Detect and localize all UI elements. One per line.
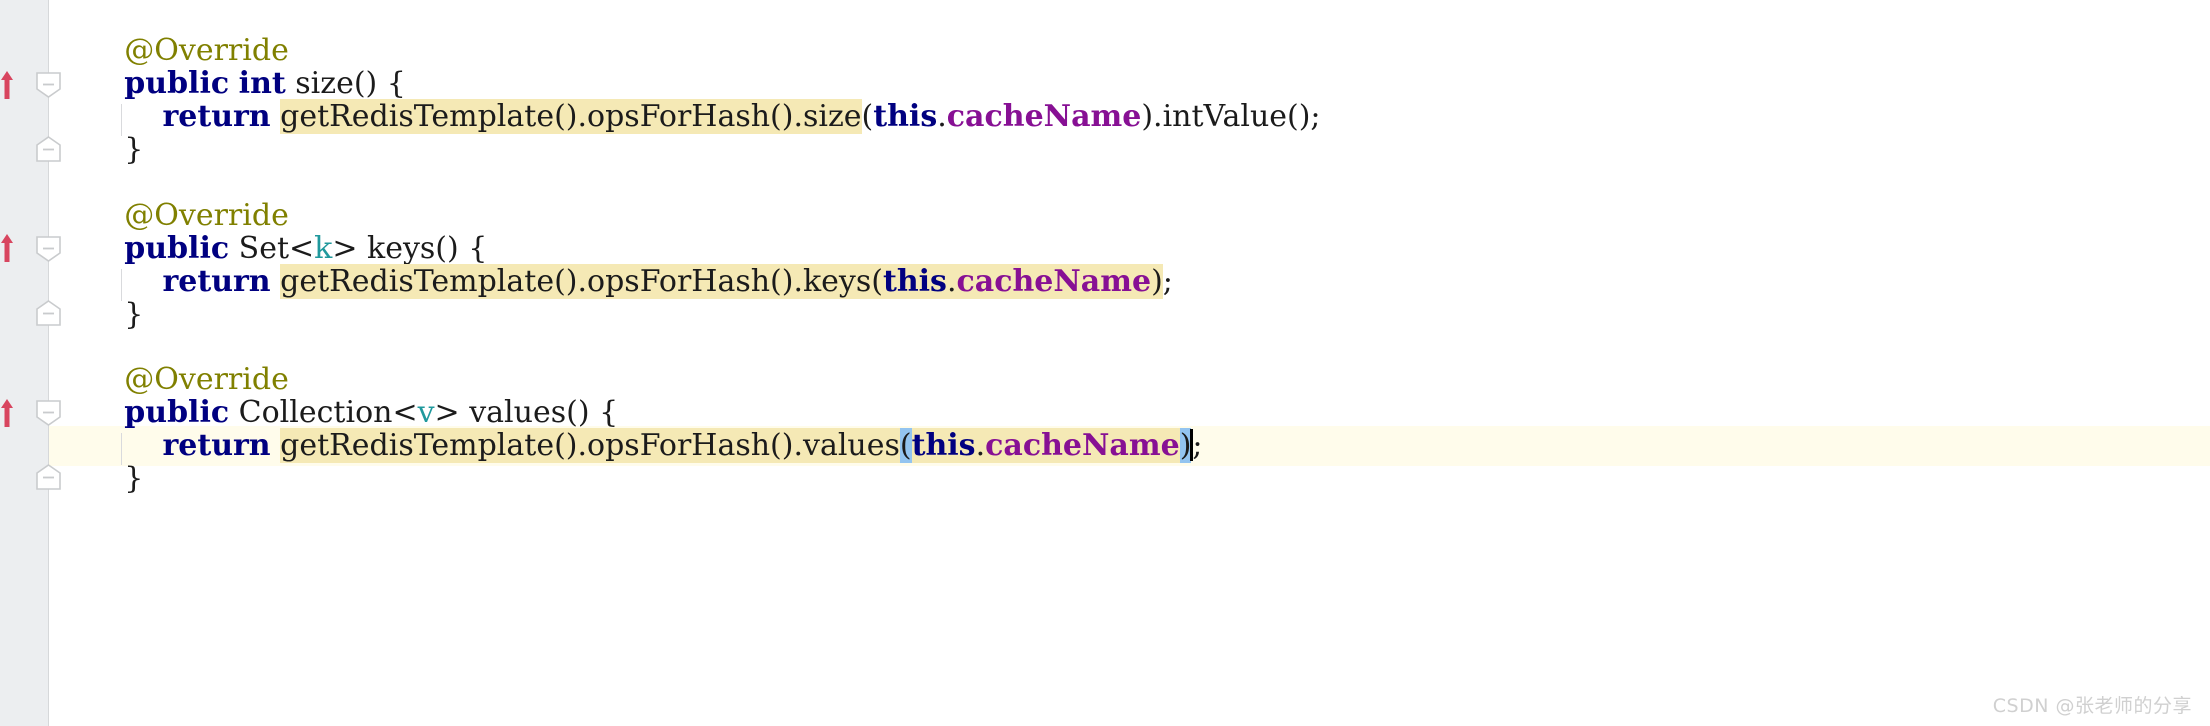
line-values-return[interactable]: return getRedisTemplate().opsForHash().v… <box>48 426 1203 466</box>
line-size-return[interactable]: return getRedisTemplate().opsForHash().s… <box>48 97 1321 137</box>
code-token: . <box>937 99 947 134</box>
code-token: @Override <box>124 198 289 233</box>
code-editor[interactable]: @Override public int size() { return get… <box>0 0 2210 726</box>
code-token: return <box>162 428 271 463</box>
code-token: ; <box>1162 264 1173 299</box>
line-keys-return[interactable]: return getRedisTemplate().opsForHash().k… <box>48 262 1173 302</box>
run-arrow-keys-icon[interactable] <box>0 233 14 263</box>
code-token: @Override <box>124 362 289 397</box>
run-arrow-size-icon[interactable] <box>0 70 14 100</box>
fold-start-values-icon[interactable] <box>34 398 63 427</box>
code-token: > values() { <box>434 395 619 430</box>
code-token: return <box>162 264 271 299</box>
code-token: getRedisTemplate().opsForHash().size <box>280 99 862 134</box>
code-token: > keys() { <box>332 231 488 266</box>
code-token: ( <box>899 428 912 463</box>
code-token: public <box>124 66 230 101</box>
code-token: this <box>911 428 976 463</box>
code-token: getRedisTemplate().opsForHash().keys( <box>280 264 883 299</box>
code-token: v <box>417 395 435 430</box>
code-token: size() { <box>285 66 406 101</box>
run-arrow-values-icon[interactable] <box>0 398 14 428</box>
watermark-text: CSDN @张老师的分享 <box>1992 695 2192 717</box>
code-token: getRedisTemplate().opsForHash().values <box>280 428 900 463</box>
code-token: @Override <box>124 33 289 68</box>
code-token: cacheName <box>956 264 1152 299</box>
code-token: k <box>314 231 333 266</box>
fold-rail <box>48 0 49 726</box>
code-token: public <box>124 395 230 430</box>
code-token: ; <box>1192 428 1203 463</box>
code-token: return <box>162 99 271 134</box>
code-token: this <box>873 99 938 134</box>
fold-end-values-icon[interactable] <box>34 463 63 492</box>
code-token: cacheName <box>985 428 1180 463</box>
code-token: . <box>975 428 986 463</box>
fold-end-size-icon[interactable] <box>34 135 63 164</box>
code-token: Collection< <box>229 395 418 430</box>
editor-gutter[interactable] <box>0 0 48 726</box>
fold-start-size-icon[interactable] <box>34 70 63 99</box>
code-token: int <box>238 66 286 101</box>
code-token: ).intValue(); <box>1141 99 1321 134</box>
code-token: ) <box>1151 264 1163 299</box>
code-token: public <box>124 231 230 266</box>
fold-end-keys-icon[interactable] <box>34 299 63 328</box>
code-token: cacheName <box>946 99 1142 134</box>
code-token: Set< <box>229 231 315 266</box>
code-token: . <box>946 264 957 299</box>
code-token: this <box>882 264 947 299</box>
code-text-surface[interactable]: @Override public int size() { return get… <box>48 0 2210 726</box>
code-token: ( <box>861 99 874 134</box>
fold-start-keys-icon[interactable] <box>34 234 63 263</box>
